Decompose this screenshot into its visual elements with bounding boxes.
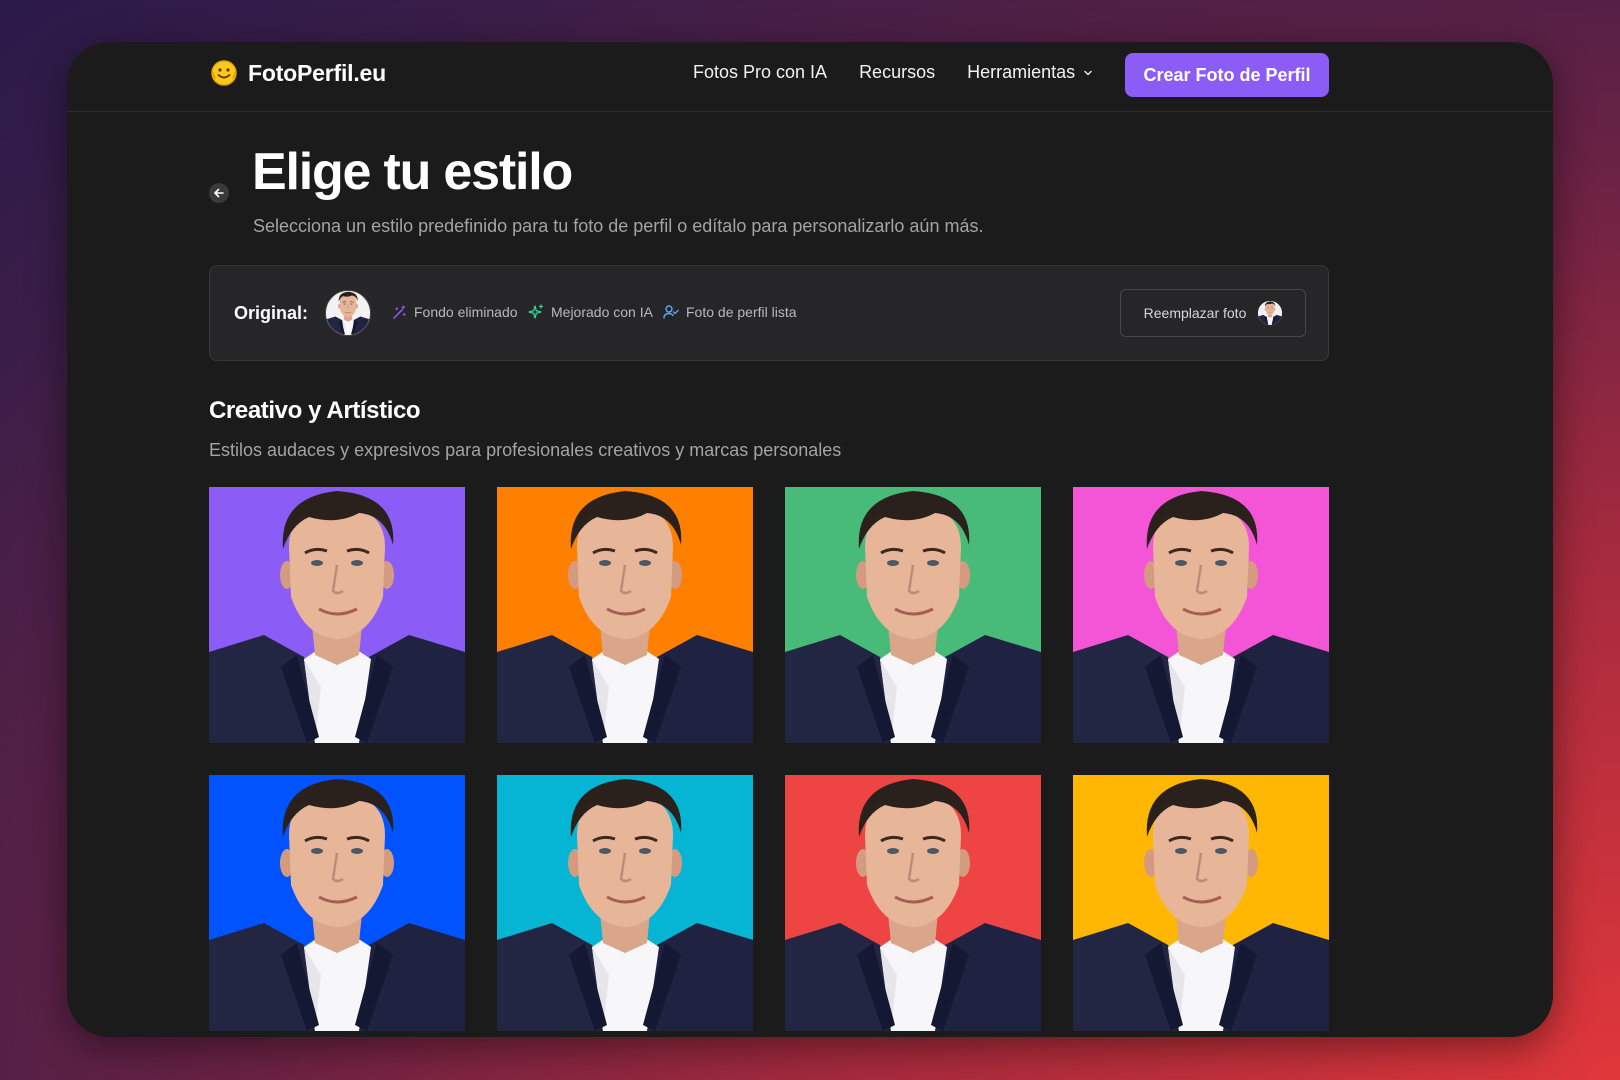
brand-logo[interactable]: FotoPerfil.eu: [210, 59, 386, 87]
section-subtitle: Estilos audaces y expresivos para profes…: [209, 440, 842, 460]
brand-name: FotoPerfil.eu: [248, 59, 386, 86]
feature-ai-enhanced: Mejorado con IA: [528, 304, 653, 320]
style-preview-image: [497, 775, 753, 1031]
back-button[interactable]: [209, 183, 229, 203]
feature-background-removed: Fondo eliminado: [392, 304, 518, 320]
chevron-down-icon: [1084, 70, 1092, 76]
style-preview-image: [1073, 775, 1329, 1031]
magic-wand-icon: [393, 304, 406, 319]
nav-link-herramientas[interactable]: Herramientas: [967, 62, 1093, 83]
page-subtitle: Selecciona un estilo predefinido para tu…: [253, 216, 984, 236]
style-preview-image: [209, 775, 465, 1031]
nav-link-fotos-pro[interactable]: Fotos Pro con IA: [693, 62, 827, 83]
page-title: Elige tu estilo: [252, 143, 573, 201]
top-navbar: FotoPerfil.eu Fotos Pro con IA Recursos …: [67, 42, 1553, 112]
original-photo-avatar: [325, 290, 371, 336]
feature-background-removed-label: Fondo eliminado: [414, 304, 518, 320]
section-title: Creativo y Artístico: [209, 397, 421, 424]
nav-link-herramientas-label: Herramientas: [967, 62, 1076, 82]
style-preview-image: [209, 487, 465, 743]
nav-links: Fotos Pro con IA Recursos Herramientas: [693, 62, 1125, 83]
style-preview-image: [1073, 487, 1329, 743]
style-preview-image: [497, 487, 753, 743]
original-photo-card: Original: Fondo eliminado Mejorado con I…: [209, 265, 1329, 361]
replace-photo-button[interactable]: Reemplazar foto: [1120, 289, 1306, 337]
smiley-logo-icon: [211, 60, 237, 86]
sparkles-icon: [528, 304, 544, 319]
arrow-left-icon: [214, 188, 224, 198]
feature-profile-ready-label: Foto de perfil lista: [686, 304, 797, 320]
feature-profile-ready: Foto de perfil lista: [663, 304, 797, 320]
style-preview-image: [785, 775, 1041, 1031]
style-tile[interactable]: [209, 487, 465, 743]
style-tile[interactable]: [785, 775, 1041, 1031]
style-tile[interactable]: [209, 775, 465, 1031]
style-tile[interactable]: [497, 487, 753, 743]
style-tile[interactable]: [785, 487, 1041, 743]
replace-photo-label: Reemplazar foto: [1143, 305, 1247, 321]
style-tile[interactable]: [497, 775, 753, 1031]
style-grid: [209, 487, 1329, 1031]
browser-window: FotoPerfil.eu Fotos Pro con IA Recursos …: [67, 42, 1553, 1037]
original-label: Original:: [234, 303, 309, 323]
style-tile[interactable]: [1073, 775, 1329, 1031]
nav-link-recursos[interactable]: Recursos: [859, 62, 935, 83]
replace-photo-thumbnail: [1258, 301, 1283, 325]
user-check-icon: [663, 305, 679, 319]
create-profile-photo-button[interactable]: Crear Foto de Perfil: [1125, 53, 1329, 97]
style-preview-image: [785, 487, 1041, 743]
style-tile[interactable]: [1073, 487, 1329, 743]
feature-ai-enhanced-label: Mejorado con IA: [551, 304, 653, 320]
